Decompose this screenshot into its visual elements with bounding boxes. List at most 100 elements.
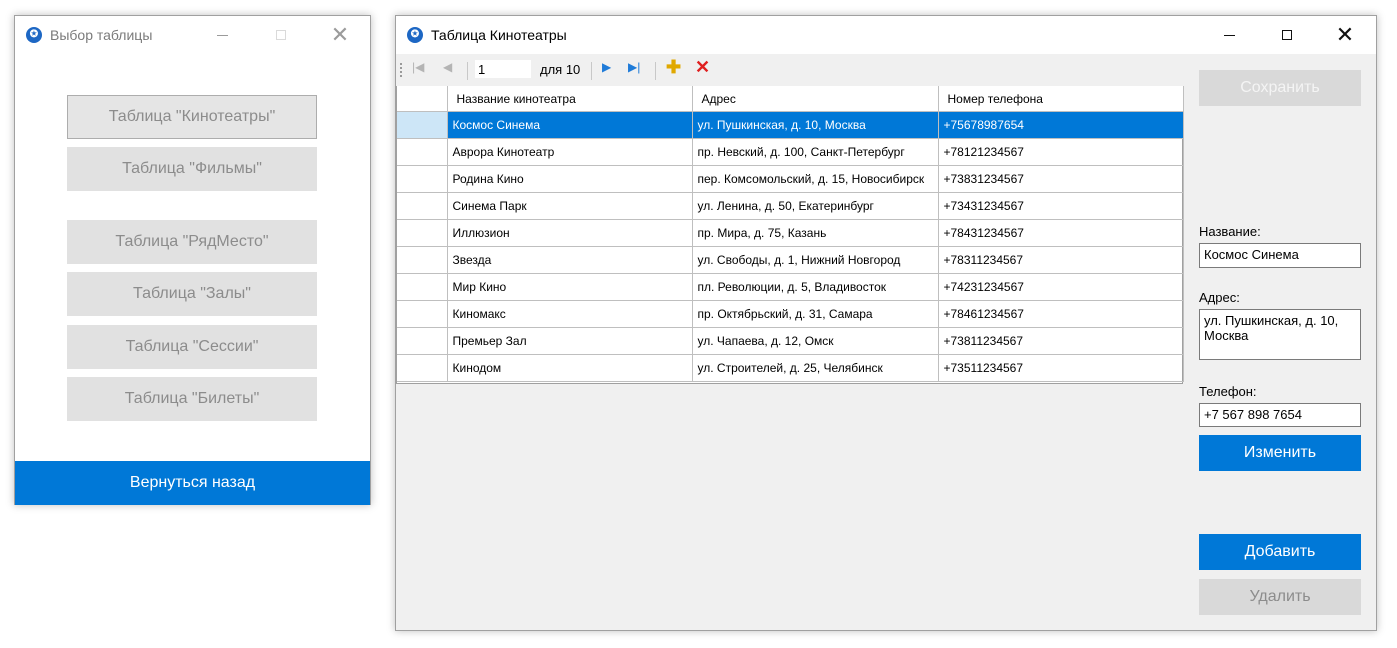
toolbar-grip[interactable] [400,63,402,79]
table-cell[interactable]: пр. Октябрьский, д. 31, Самара [692,300,939,328]
delete-button[interactable]: Удалить [1199,579,1361,615]
row-header[interactable] [397,300,448,328]
table-row[interactable]: Иллюзион пр. Мира, д. 75, Казань +78431234… [397,219,1184,247]
move-last-icon[interactable]: ▶| [628,60,640,74]
table-cell[interactable]: Мир Кино [447,273,693,301]
table-row[interactable]: Премьер Зал ул. Чапаева, д. 12, Омск +7381… [397,327,1184,355]
table-cell[interactable]: +73831234567 [938,165,1184,193]
table-cell[interactable]: +73431234567 [938,192,1184,220]
table-selection-window: ✪ Выбор таблицы ✕ Таблица "Кинотеатры" Т… [14,15,371,505]
table-cell[interactable]: пр. Невский, д. 100, Санкт-Петербург [692,138,939,166]
table-films-button[interactable]: Таблица "Фильмы" [67,147,317,191]
title-bar: ✪ Выбор таблицы ✕ [15,16,370,54]
table-rowseat-button[interactable]: Таблица "РядМесто" [67,220,317,264]
row-header[interactable] [397,111,448,139]
count-label: для 10 [540,62,581,77]
table-cell[interactable]: Иллюзион [447,219,693,247]
row-header[interactable] [397,138,448,166]
table-cell[interactable]: Синема Парк [447,192,693,220]
app-icon: ✪ [26,27,42,43]
table-cell[interactable]: Премьер Зал [447,327,693,355]
table-cell[interactable]: +75678987654 [938,111,1184,139]
table-cell[interactable]: ул. Строителей, д. 25, Челябинск [692,354,939,382]
phone-field[interactable]: +7 567 898 7654 [1199,403,1361,427]
table-cell[interactable]: Киномакс [447,300,693,328]
row-header[interactable] [397,354,448,382]
table-row[interactable]: Кинодом ул. Строителей, д. 25, Челябинск +… [397,354,1184,382]
row-header[interactable] [397,327,448,355]
table-cell[interactable]: пр. Мира, д. 75, Казань [692,219,939,247]
table-cell[interactable]: +78121234567 [938,138,1184,166]
table-cell[interactable]: Аврора Кинотеатр [447,138,693,166]
table-cell[interactable]: ул. Пушкинская, д. 10, Москва [692,111,939,139]
separator [467,62,468,80]
column-header[interactable]: Адрес [692,86,939,112]
table-row[interactable]: Родина Кино пер. Комсомольский, д. 15, Но… [397,165,1184,193]
table-row[interactable]: Космос Синема ул. Пушкинская, д. 10, Моск… [397,111,1184,139]
table-row[interactable]: Аврора Кинотеатр пр. Невский, д. 100, Сан… [397,138,1184,166]
position-input[interactable]: 1 [474,59,532,79]
table-row[interactable]: Синема Парк ул. Ленина, д. 50, Екатеринбу… [397,192,1184,220]
window-title: Таблица Кинотеатры [431,27,567,43]
table-cell[interactable]: +78431234567 [938,219,1184,247]
cinemas-data-grid[interactable]: Название кинотеатра Адрес Номер телефона… [396,86,1184,384]
table-cinemas-button[interactable]: Таблица "Кинотеатры" [67,95,317,139]
phone-label: Телефон: [1199,384,1257,399]
separator [655,62,656,80]
column-header[interactable]: Номер телефона [938,86,1184,112]
table-row[interactable]: Киномакс пр. Октябрьский, д. 31, Самара +7… [397,300,1184,328]
title-bar: ✪ Таблица Кинотеатры ✕ [396,16,1376,54]
table-cell[interactable]: ул. Ленина, д. 50, Екатеринбург [692,192,939,220]
row-header[interactable] [397,273,448,301]
table-cell[interactable]: +78311234567 [938,246,1184,274]
table-cell[interactable]: ул. Чапаева, д. 12, Омск [692,327,939,355]
name-label: Название: [1199,224,1261,239]
minimize-button[interactable] [1206,16,1252,54]
table-cell[interactable]: +78461234567 [938,300,1184,328]
maximize-button [258,16,304,54]
move-previous-icon[interactable]: ◀ [443,60,452,74]
name-field[interactable]: Космос Синема [1199,243,1361,268]
table-row[interactable]: Звезда ул. Свободы, д. 1, Нижний Новгород… [397,246,1184,274]
table-halls-button[interactable]: Таблица "Залы" [67,272,317,316]
table-cell[interactable]: +73511234567 [938,354,1184,382]
row-header[interactable] [397,192,448,220]
row-header[interactable] [397,165,448,193]
table-cell[interactable]: Звезда [447,246,693,274]
row-header-corner [397,86,448,112]
separator [591,62,592,80]
add-button[interactable]: Добавить [1199,534,1361,570]
close-button[interactable]: ✕ [1322,16,1368,54]
table-cell[interactable]: Родина Кино [447,165,693,193]
table-sessions-button[interactable]: Таблица "Сессии" [67,325,317,369]
table-cell[interactable]: +73811234567 [938,327,1184,355]
delete-icon[interactable]: ✕ [695,57,710,78]
edit-button[interactable]: Изменить [1199,435,1361,471]
binding-navigator: |◀ ◀ 1 для 10 ▶ ▶| ✚ ✕ [396,54,1183,86]
minimize-button[interactable] [199,16,245,54]
table-cell[interactable]: пер. Комсомольский, д. 15, Новосибирск [692,165,939,193]
address-label: Адрес: [1199,290,1240,305]
move-next-icon[interactable]: ▶ [602,60,611,74]
maximize-button[interactable] [1264,16,1310,54]
address-field[interactable]: ул. Пушкинская, д. 10, Москва [1199,309,1361,360]
row-header[interactable] [397,246,448,274]
grid-header-row: Название кинотеатра Адрес Номер телефона [397,86,1184,112]
table-cell[interactable]: ул. Свободы, д. 1, Нижний Новгород [692,246,939,274]
table-row[interactable]: Мир Кино пл. Революции, д. 5, Владивосток… [397,273,1184,301]
table-cell[interactable]: пл. Революции, д. 5, Владивосток [692,273,939,301]
table-cell[interactable]: +74231234567 [938,273,1184,301]
row-header[interactable] [397,219,448,247]
window-content: |◀ ◀ 1 для 10 ▶ ▶| ✚ ✕ Название кинотеат… [396,54,1376,630]
table-tickets-button[interactable]: Таблица "Билеты" [67,377,317,421]
column-header[interactable]: Название кинотеатра [447,86,693,112]
table-cell[interactable]: Кинодом [447,354,693,382]
table-cell[interactable]: Космос Синема [447,111,693,139]
back-button[interactable]: Вернуться назад [15,461,370,505]
window-title: Выбор таблицы [50,27,153,43]
save-button[interactable]: Сохранить [1199,70,1361,106]
app-icon: ✪ [407,27,423,43]
move-first-icon[interactable]: |◀ [412,60,424,74]
add-new-icon[interactable]: ✚ [666,57,681,78]
close-button[interactable]: ✕ [317,16,363,54]
